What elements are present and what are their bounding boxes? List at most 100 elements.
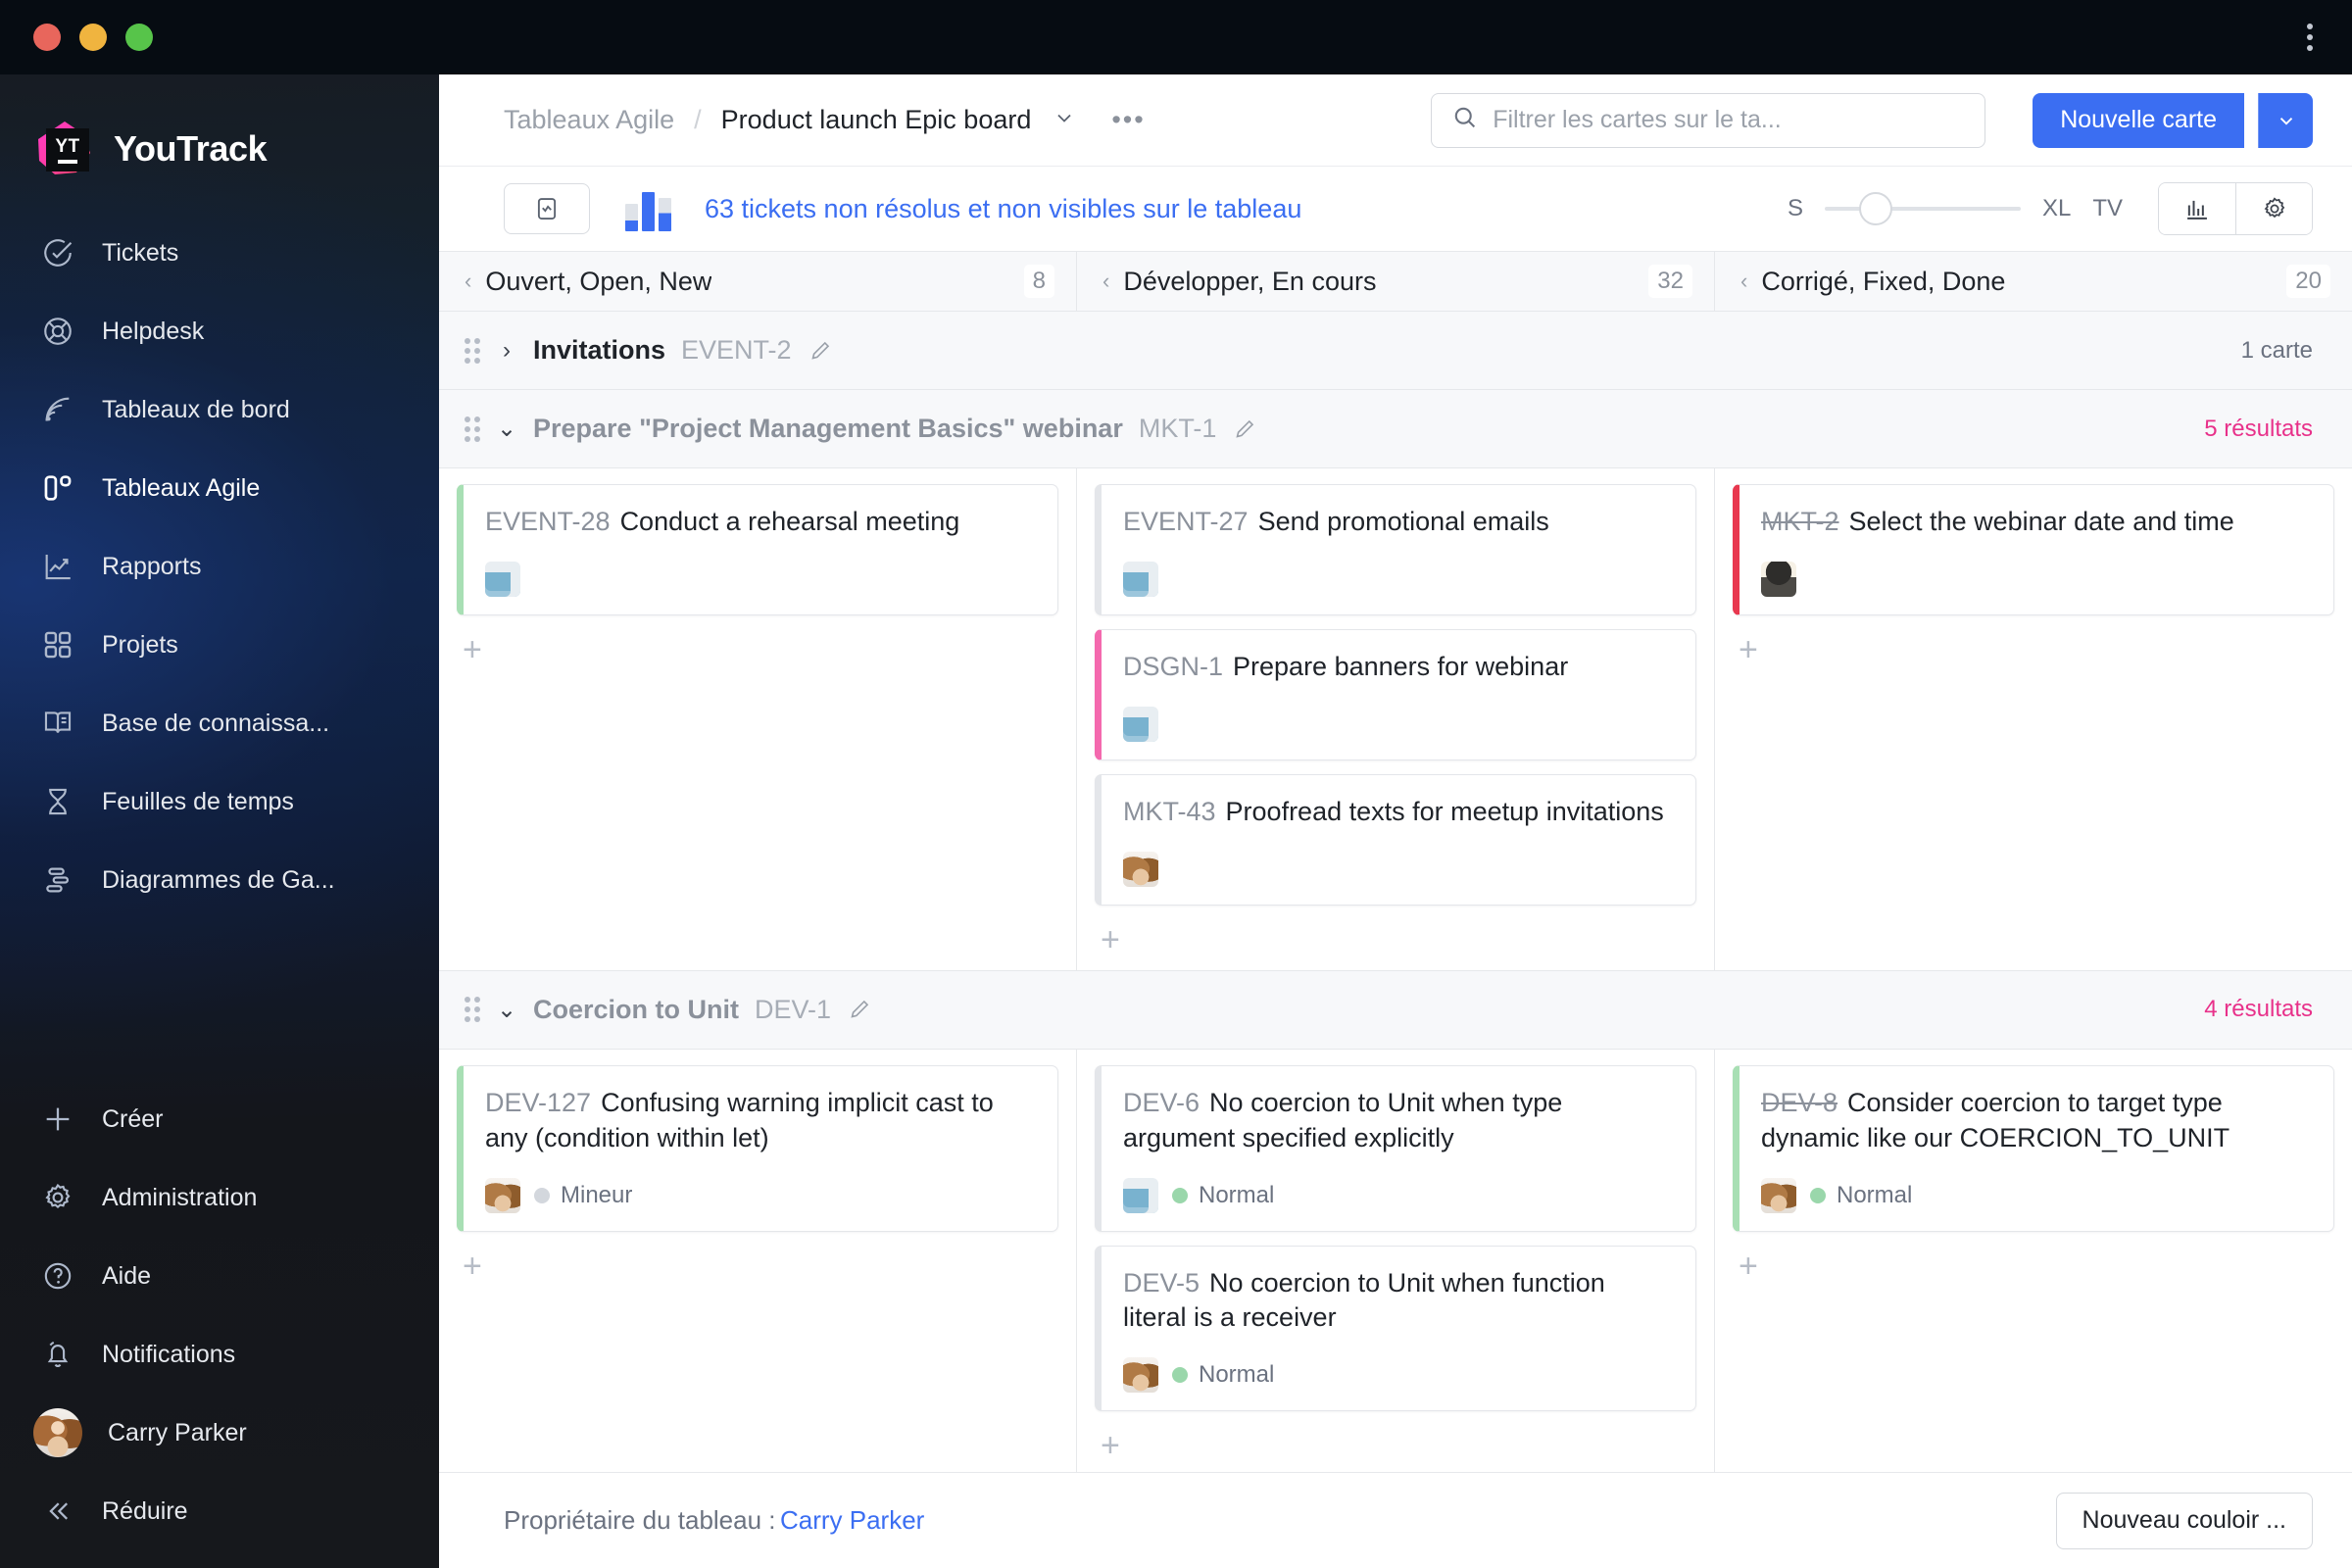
breadcrumb-root[interactable]: Tableaux Agile: [504, 105, 674, 135]
sidebar-item-gantt-charts[interactable]: Diagrammes de Ga...: [0, 841, 439, 919]
column-count: 8: [1023, 265, 1054, 298]
card-size-slider[interactable]: [1824, 192, 2021, 225]
new-swimlane-button[interactable]: Nouveau couloir ...: [2055, 1492, 2313, 1549]
pencil-icon[interactable]: [1232, 416, 1257, 442]
issue-card[interactable]: DSGN-1 Prepare banners for webinar: [1095, 628, 1696, 760]
card-issue-id[interactable]: MKT-2: [1761, 507, 1839, 536]
sidebar-item-user-profile[interactable]: Carry Parker: [0, 1394, 439, 1472]
projects-grid-icon: [39, 626, 76, 663]
add-card-button[interactable]: +: [1733, 629, 1764, 670]
assignee-avatar[interactable]: [1123, 561, 1158, 597]
slider-min-label: S: [1787, 195, 1803, 221]
add-card-button[interactable]: +: [1095, 919, 1126, 960]
card-issue-id[interactable]: DEV-127: [485, 1088, 591, 1117]
ellipsis-icon[interactable]: •••: [1111, 105, 1145, 135]
chevron-right-icon[interactable]: ›: [496, 337, 517, 365]
sidebar-collapse-button[interactable]: Réduire: [0, 1472, 439, 1550]
minimize-window-button[interactable]: [79, 24, 107, 51]
card-title-row: MKT-2 Select the webinar date and time: [1761, 505, 2312, 540]
card-issue-id[interactable]: EVENT-27: [1123, 507, 1249, 536]
pencil-icon[interactable]: [808, 338, 833, 364]
new-card-dropdown-button[interactable]: [2258, 92, 2313, 148]
issue-card[interactable]: EVENT-27 Send promotional emails: [1095, 484, 1696, 615]
youtrack-logo-badge: YT: [46, 128, 89, 172]
issue-card[interactable]: MKT-43 Proofread texts for meetup invitat…: [1095, 773, 1696, 906]
sidebar-item-helpdesk[interactable]: Helpdesk: [0, 292, 439, 370]
card-issue-id[interactable]: DEV-5: [1123, 1268, 1200, 1298]
card-issue-id[interactable]: DEV-6: [1123, 1088, 1200, 1117]
add-card-button[interactable]: +: [457, 1246, 488, 1287]
kebab-menu-icon[interactable]: [2307, 24, 2313, 51]
board-column-header: ‹ Corrigé, Fixed, Done 20: [1715, 252, 2352, 311]
add-card-button[interactable]: +: [457, 629, 488, 670]
issue-card[interactable]: MKT-2 Select the webinar date and time: [1733, 484, 2334, 615]
assignee-avatar[interactable]: [1761, 561, 1796, 597]
issue-card[interactable]: DEV-5 No coercion to Unit when function l…: [1095, 1245, 1696, 1412]
card-issue-id[interactable]: DSGN-1: [1123, 652, 1223, 681]
sidebar-item-help[interactable]: Aide: [0, 1237, 439, 1315]
column-title: Développer, En cours: [1123, 266, 1377, 296]
assignee-avatar[interactable]: [1761, 1177, 1796, 1213]
assignee-avatar[interactable]: [1123, 1357, 1158, 1394]
swimlane-header[interactable]: ⌄ Prepare "Project Management Basics" web…: [439, 390, 2352, 468]
tv-mode-button[interactable]: TV: [2092, 195, 2123, 222]
add-card-button[interactable]: +: [1095, 1425, 1126, 1466]
sidebar-item-label: Tableaux Agile: [102, 473, 261, 502]
assignee-avatar[interactable]: [485, 1177, 520, 1213]
drag-handle-icon[interactable]: [465, 997, 480, 1023]
issue-card[interactable]: EVENT-28 Conduct a rehearsal meeting: [457, 484, 1058, 615]
sidebar-item-notifications[interactable]: Notifications: [0, 1315, 439, 1394]
swimlane-title: Prepare "Project Management Basics" webi…: [533, 414, 1123, 443]
assignee-avatar[interactable]: [485, 561, 520, 597]
card-issue-id[interactable]: MKT-43: [1123, 797, 1216, 826]
chevron-down-icon[interactable]: ⌄: [496, 415, 517, 443]
bar-chart-icon[interactable]: [625, 186, 671, 231]
sidebar-item-projects[interactable]: Projets: [0, 606, 439, 684]
card-issue-id[interactable]: EVENT-28: [485, 507, 611, 536]
swimlane-header[interactable]: › Invitations EVENT-2 1 carte: [439, 312, 2352, 390]
column-chart-toggle-button[interactable]: [2159, 183, 2235, 234]
drag-handle-icon[interactable]: [465, 337, 480, 364]
chevron-left-icon[interactable]: ‹: [465, 269, 471, 294]
issue-card[interactable]: DEV-8 Consider coercion to target type dy…: [1733, 1064, 2334, 1232]
sidebar-item-timesheets[interactable]: Feuilles de temps: [0, 762, 439, 841]
new-card-button[interactable]: Nouvelle carte: [2033, 92, 2244, 148]
board-settings-button[interactable]: [2235, 183, 2312, 234]
sidebar-item-knowledge-base[interactable]: Base de connaissa...: [0, 684, 439, 762]
maximize-window-button[interactable]: [125, 24, 153, 51]
window-controls[interactable]: [33, 24, 153, 51]
add-card-button[interactable]: +: [1733, 1246, 1764, 1287]
card-title-row: EVENT-28 Conduct a rehearsal meeting: [485, 505, 1036, 540]
search-box[interactable]: [1431, 92, 1986, 148]
chevron-down-icon[interactable]: ⌄: [496, 996, 517, 1024]
chevron-left-icon[interactable]: ‹: [1740, 269, 1747, 294]
card-issue-id[interactable]: DEV-8: [1761, 1088, 1838, 1117]
assignee-avatar[interactable]: [1123, 1177, 1158, 1213]
pencil-icon[interactable]: [847, 997, 872, 1022]
swimlane-header[interactable]: ⌄ Coercion to Unit DEV-1 4 résultats: [439, 970, 2352, 1050]
slider-knob[interactable]: [1858, 192, 1892, 225]
sidebar-nav-primary: Tickets Helpdesk Tableaux de bord Tablea…: [0, 214, 439, 919]
issue-card[interactable]: DEV-6 No coercion to Unit when type argum…: [1095, 1064, 1696, 1232]
column-title: Corrigé, Fixed, Done: [1761, 266, 2006, 296]
board-owner-link[interactable]: Carry Parker: [780, 1505, 924, 1536]
close-window-button[interactable]: [33, 24, 61, 51]
assignee-avatar[interactable]: [1123, 851, 1158, 887]
sidebar-item-create[interactable]: Créer: [0, 1080, 439, 1158]
chevron-left-icon[interactable]: ‹: [1102, 269, 1109, 294]
sidebar-item-label: Helpdesk: [102, 317, 205, 345]
brand-logo[interactable]: YT YouTrack: [0, 74, 439, 214]
sidebar-item-agile-boards[interactable]: Tableaux Agile: [0, 449, 439, 527]
card-tray-icon[interactable]: [504, 183, 590, 234]
sidebar-item-reports[interactable]: Rapports: [0, 527, 439, 606]
assignee-avatar[interactable]: [1123, 706, 1158, 742]
chevron-down-icon[interactable]: [1053, 106, 1076, 135]
search-input[interactable]: [1493, 106, 1966, 134]
drag-handle-icon[interactable]: [465, 416, 480, 442]
sidebar-item-tickets[interactable]: Tickets: [0, 214, 439, 292]
sidebar-item-dashboards[interactable]: Tableaux de bord: [0, 370, 439, 449]
breadcrumb-current-board[interactable]: Product launch Epic board: [721, 105, 1032, 135]
sidebar-item-administration[interactable]: Administration: [0, 1158, 439, 1237]
unresolved-tickets-link[interactable]: 63 tickets non résolus et non visibles s…: [705, 194, 1301, 224]
issue-card[interactable]: DEV-127 Confusing warning implicit cast t…: [457, 1064, 1058, 1232]
